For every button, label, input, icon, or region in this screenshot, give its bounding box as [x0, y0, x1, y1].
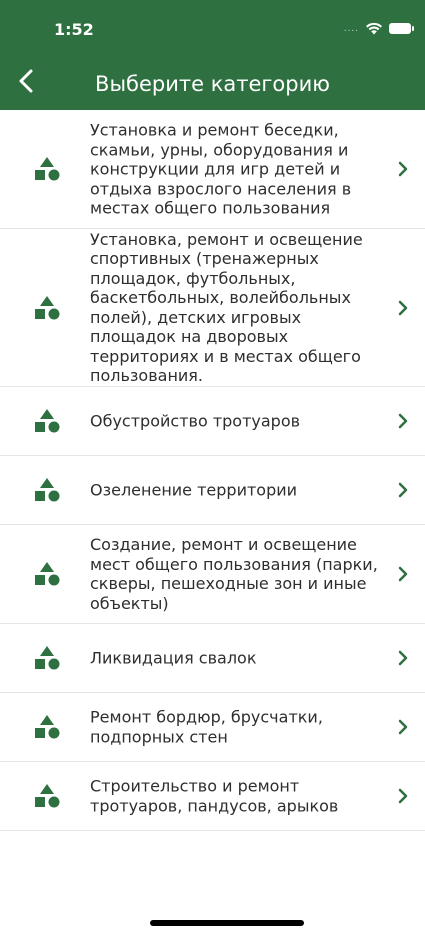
page-title: Выберите категорию: [95, 72, 330, 96]
chevron-right-icon: [398, 482, 408, 498]
category-label: Ликвидация свалок: [90, 648, 257, 668]
chevron-right-icon: [398, 566, 408, 582]
shapes-icon: [35, 562, 60, 586]
category-item[interactable]: Ремонт бордюр, брусчатки, подпорных стен: [0, 693, 425, 762]
navigation-bar: 1:52 .... Выберите категорию: [0, 0, 425, 110]
category-item[interactable]: Ликвидация свалок: [0, 624, 425, 693]
wifi-icon: [366, 22, 382, 35]
category-label: Строительство и ремонт тротуаров, пандус…: [90, 776, 339, 816]
shapes-icon: [35, 715, 60, 739]
shapes-icon: [35, 478, 60, 502]
signal-dots: ....: [343, 23, 359, 34]
category-label: Установка, ремонт и освещение спортивных…: [90, 229, 363, 386]
category-item[interactable]: Строительство и ремонт тротуаров, пандус…: [0, 762, 425, 831]
status-indicators: ....: [343, 22, 414, 35]
home-indicator[interactable]: [150, 920, 304, 926]
chevron-right-icon: [398, 719, 408, 735]
shapes-icon: [35, 295, 60, 319]
category-item[interactable]: Озеленение территории: [0, 456, 425, 525]
shapes-icon: [35, 157, 60, 181]
shapes-icon: [35, 646, 60, 670]
shapes-icon: [35, 784, 60, 808]
shapes-icon: [35, 409, 60, 433]
category-label: Озеленение территории: [90, 480, 298, 500]
chevron-right-icon: [398, 650, 408, 666]
chevron-right-icon: [398, 788, 408, 804]
category-label: Создание, ремонт и освещение мест общего…: [90, 535, 378, 613]
category-item[interactable]: Установка, ремонт и освещение спортивных…: [0, 229, 425, 387]
category-list: Установка и ремонт беседки, скамьи, урны…: [0, 110, 425, 831]
chevron-right-icon: [398, 300, 408, 315]
chevron-right-icon: [398, 161, 408, 177]
category-item[interactable]: Обустройство тротуаров: [0, 387, 425, 456]
category-label: Обустройство тротуаров: [90, 411, 301, 431]
category-item[interactable]: Установка и ремонт беседки, скамьи, урны…: [0, 110, 425, 229]
status-time: 1:52: [54, 20, 94, 39]
chevron-right-icon: [398, 413, 408, 429]
category-item[interactable]: Создание, ремонт и освещение мест общего…: [0, 525, 425, 624]
category-label: Установка и ремонт беседки, скамьи, урны…: [90, 120, 352, 218]
battery-icon: [389, 23, 414, 34]
category-label: Ремонт бордюр, брусчатки, подпорных стен: [90, 707, 323, 747]
